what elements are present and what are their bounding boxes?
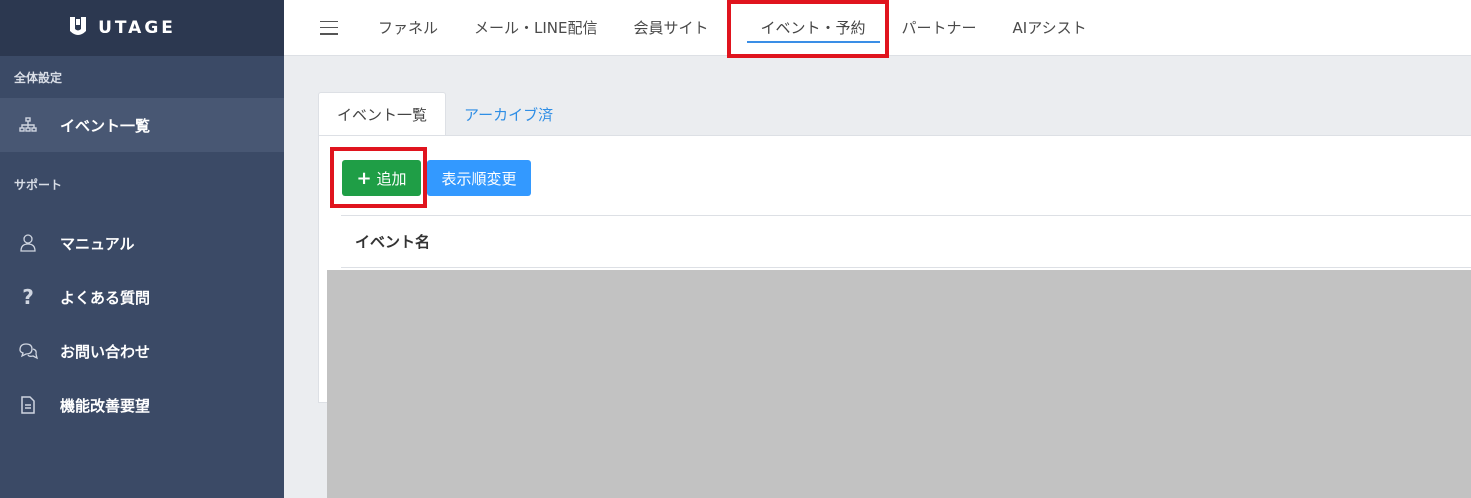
tab-mail-line[interactable]: メール・LINE配信 [474,0,597,56]
brand-logo[interactable]: UTAGE [68,17,176,39]
content-placeholder [327,270,1471,498]
add-button[interactable]: + 追加 [342,160,421,196]
question-icon: ? [22,285,34,309]
tab-archived[interactable]: アーカイブ済 [446,92,571,136]
top-navbar: ファネル メール・LINE配信 会員サイト イベント・予約 パートナー AIアシ… [284,0,1471,56]
add-button-label: 追加 [376,169,407,188]
tab-label: メール・LINE配信 [474,19,598,37]
sidebar-item-label: イベント一覧 [60,116,151,135]
brand-name: UTAGE [98,18,176,38]
tab-funnel[interactable]: ファネル [378,0,438,56]
sidebar-item-label: 機能改善要望 [60,396,151,415]
tab-event-reservation[interactable]: イベント・予約 [746,0,880,56]
sidebar-item-manual[interactable]: マニュアル [0,216,284,270]
section-label-settings: 全体設定 [14,70,63,85]
content-tabs: イベント一覧 アーカイブ済 [318,92,571,136]
utage-logo-icon [70,17,87,35]
tab-event-list[interactable]: イベント一覧 [318,92,447,136]
tab-ai-assist[interactable]: AIアシスト [1013,0,1087,56]
reorder-button[interactable]: 表示順変更 [427,160,531,196]
tab-member-site[interactable]: 会員サイト [634,0,709,56]
tab-label: イベント一覧 [337,106,428,124]
sidebar-item-label: よくある質問 [60,288,151,307]
active-tab-underline [746,40,880,43]
tab-label: アーカイブ済 [464,105,554,124]
sidebar-item-contact[interactable]: お問い合わせ [0,324,284,378]
sidebar-item-faq[interactable]: ? よくある質問 [0,270,284,324]
tab-label: 会員サイト [633,19,709,37]
top-tabs: ファネル メール・LINE配信 会員サイト イベント・予約 パートナー AIアシ… [378,0,1123,56]
sidebar-item-label: マニュアル [60,234,135,253]
table-header: イベント名 [341,215,1471,268]
tab-label: AIアシスト [1012,19,1087,37]
section-label-support: サポート [14,177,63,192]
tab-label: ファネル [378,19,439,37]
plus-icon: + [356,167,372,189]
document-icon [18,395,38,415]
tab-partner[interactable]: パートナー [902,0,977,56]
hamburger-menu-icon[interactable] [320,20,338,35]
user-icon [18,233,38,253]
sidebar-item-feature-request[interactable]: 機能改善要望 [0,378,284,432]
sidebar-item-event-list[interactable]: イベント一覧 [0,98,284,152]
logo-bar: UTAGE [0,0,284,56]
column-header-event-name[interactable]: イベント名 [355,231,430,252]
chat-icon [18,341,38,361]
sidebar: UTAGE 全体設定 イベント一覧 サポート マニュアル ? よくある質問 お問… [0,0,284,498]
sidebar-item-label: お問い合わせ [60,342,151,361]
sitemap-icon [18,115,38,135]
reorder-button-label: 表示順変更 [441,169,517,188]
tab-label: イベント・予約 [760,19,866,37]
tab-label: パートナー [901,19,977,37]
